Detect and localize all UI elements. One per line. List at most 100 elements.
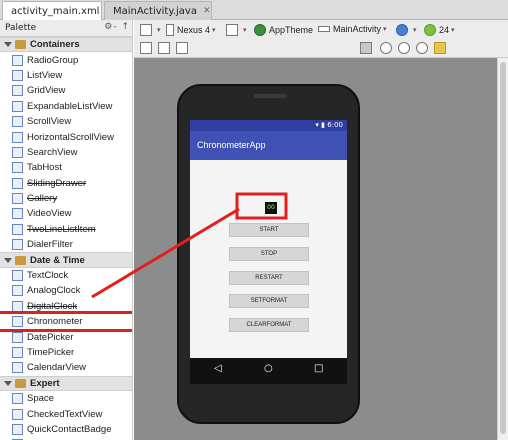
design-surface-button[interactable]: ▾ — [140, 24, 161, 36]
chevron-down-icon — [4, 380, 12, 386]
theme-icon — [254, 24, 266, 36]
wifi-icon: ▾ — [315, 121, 319, 129]
start-button[interactable]: START — [229, 223, 309, 237]
palette-item-expandablelistview[interactable]: ExpandableListView — [0, 99, 132, 114]
palette-item-horizontalscrollview[interactable]: HorizontalScrollView — [0, 129, 132, 144]
orientation-button[interactable]: ▾ — [226, 24, 247, 36]
zoom-in-button[interactable] — [380, 42, 395, 54]
palette-item-datepicker[interactable]: DatePicker — [0, 329, 132, 344]
palette-item-listview[interactable]: ListView — [0, 68, 132, 83]
zoom-height-button[interactable] — [176, 42, 191, 54]
palette-item-dialerfilter[interactable]: DialerFilter — [0, 237, 132, 252]
palette-item-gridview[interactable]: GridView — [0, 83, 132, 98]
tab-mainactivity-java[interactable]: MainActivity.java ✕ — [104, 1, 212, 20]
chevron-down-icon: ▾ — [413, 27, 417, 34]
zoom-out-button[interactable] — [398, 42, 413, 54]
palette-header: Palette ⚙- ↑ — [0, 20, 132, 37]
palette-item-videoview[interactable]: VideoView — [0, 206, 132, 221]
api-level-selector[interactable]: 24 ▾ — [424, 24, 455, 36]
palette-item-timepicker[interactable]: TimePicker — [0, 345, 132, 360]
refresh-button[interactable] — [416, 42, 431, 54]
status-time: 6:00 — [327, 121, 343, 129]
two-line-list-icon — [12, 223, 23, 235]
scrollview-icon — [12, 116, 23, 128]
palette-item-slidingdrawer[interactable]: SlidingDrawer — [0, 176, 132, 191]
chronometer-widget[interactable]: 00 — [265, 202, 277, 214]
device-selector[interactable]: Nexus 4 ▾ — [166, 24, 216, 36]
palette-group[interactable]: Expert — [0, 375, 132, 391]
space-icon — [12, 393, 23, 405]
palette-item-label: GridView — [27, 85, 66, 97]
palette-item-tabhost[interactable]: TabHost — [0, 160, 132, 175]
horizontal-scroll-icon — [12, 131, 23, 143]
palette-item-scrollview[interactable]: ScrollView — [0, 114, 132, 129]
chevron-down-icon — [4, 42, 12, 48]
palette-item-space[interactable]: Space — [0, 391, 132, 406]
palette-item-chronometer[interactable]: Chronometer — [0, 310, 132, 333]
palette-item-twolinelistitem[interactable]: TwoLineListItem — [0, 222, 132, 237]
palette-item-label: SlidingDrawer — [27, 177, 87, 189]
palette-item-analogclock[interactable]: AnalogClock — [0, 283, 132, 298]
battery-icon: ▮ — [321, 121, 326, 129]
folder-icon — [15, 378, 26, 388]
api-level-label: 24 — [439, 25, 450, 35]
digital-clock-icon — [12, 300, 23, 312]
palette-item-calendarview[interactable]: CalendarView — [0, 360, 132, 375]
zoom-actual-button[interactable] — [360, 42, 375, 54]
palette-item-checkedtextview[interactable]: CheckedTextView — [0, 406, 132, 421]
close-icon[interactable]: ✕ — [203, 6, 211, 16]
palette-item-quickcontactbadge[interactable]: QuickContactBadge — [0, 422, 132, 437]
radiogroup-icon — [12, 54, 23, 66]
stop-button[interactable]: STOP — [229, 247, 309, 261]
palette-item-radiogroup[interactable]: RadioGroup — [0, 52, 132, 67]
theme-selector[interactable]: AppTheme — [254, 24, 313, 36]
recents-icon[interactable]: □ — [314, 363, 323, 374]
clearformat-button[interactable]: CLEARFORMAT — [229, 318, 309, 332]
palette-group[interactable]: Date & Time — [0, 252, 132, 268]
gallery-icon — [12, 193, 23, 205]
scrollbar-thumb[interactable] — [500, 62, 506, 434]
folder-icon — [15, 255, 26, 265]
warnings-button[interactable] — [434, 42, 449, 54]
palette-group-label: Expert — [30, 377, 60, 389]
restart-button[interactable]: RESTART — [229, 271, 309, 285]
back-icon[interactable]: ◁ — [214, 363, 222, 374]
warning-icon — [434, 42, 446, 54]
chronometer-icon — [12, 316, 23, 328]
home-icon[interactable]: ○ — [264, 363, 273, 374]
tab-label: activity_main.xml — [11, 5, 100, 17]
setformat-button[interactable]: SETFORMAT — [229, 294, 309, 308]
dialer-filter-icon — [12, 239, 23, 251]
calendar-icon — [12, 362, 23, 374]
datepicker-icon — [12, 331, 23, 343]
palette-item-gallery[interactable]: Gallery — [0, 191, 132, 206]
listview-icon — [12, 69, 23, 81]
palette-item-label: ExpandableListView — [27, 100, 113, 112]
palette-item-label: TimePicker — [27, 347, 75, 358]
checked-textview-icon — [12, 408, 23, 420]
activity-selector[interactable]: MainActivity ▾ — [318, 24, 387, 34]
android-icon — [424, 24, 436, 36]
palette-item-textclock[interactable]: TextClock — [0, 268, 132, 283]
tab-activity-main-xml[interactable]: activity_main.xml ✕ — [2, 1, 113, 20]
activity-icon — [318, 26, 330, 32]
palette-group[interactable]: Containers — [0, 37, 132, 53]
chevron-down-icon — [4, 257, 12, 263]
design-surface-icon — [140, 24, 152, 36]
locale-selector[interactable]: ▾ — [396, 24, 417, 36]
palette-item-searchview[interactable]: SearchView — [0, 145, 132, 160]
palette-item-label: TabHost — [27, 162, 62, 174]
textclock-icon — [12, 270, 23, 282]
palette-panel: Palette ⚙- ↑ Containers RadioGroup ListVie… — [0, 20, 133, 440]
canvas-scrollbar[interactable] — [497, 58, 508, 440]
navigation-bar: ◁ ○ □ — [190, 358, 347, 384]
zoom-actual-icon — [360, 42, 372, 54]
palette-settings-icon[interactable]: ⚙- ↑ — [104, 22, 130, 32]
palette-item-label: CheckedTextView — [27, 408, 103, 420]
zoom-width-button[interactable] — [158, 42, 173, 54]
status-bar: ▾ ▮ 6:00 — [190, 120, 347, 131]
chevron-down-icon: ▾ — [451, 27, 455, 34]
zoom-fit-button[interactable] — [140, 42, 155, 54]
palette-item-digitalclock[interactable]: DigitalClock — [0, 299, 132, 314]
expandable-list-icon — [12, 100, 23, 112]
